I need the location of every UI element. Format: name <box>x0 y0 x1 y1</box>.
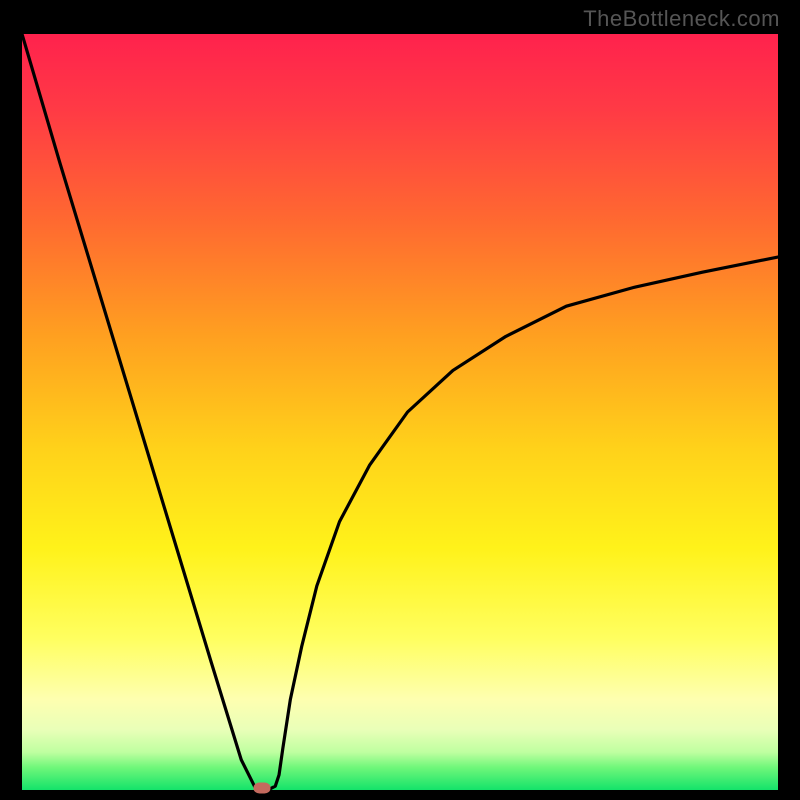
watermark-text: TheBottleneck.com <box>583 6 780 32</box>
gradient-plot-area <box>22 34 778 790</box>
minimum-marker <box>254 782 271 793</box>
chart-frame: TheBottleneck.com <box>0 0 800 800</box>
bottleneck-curve <box>22 34 778 790</box>
